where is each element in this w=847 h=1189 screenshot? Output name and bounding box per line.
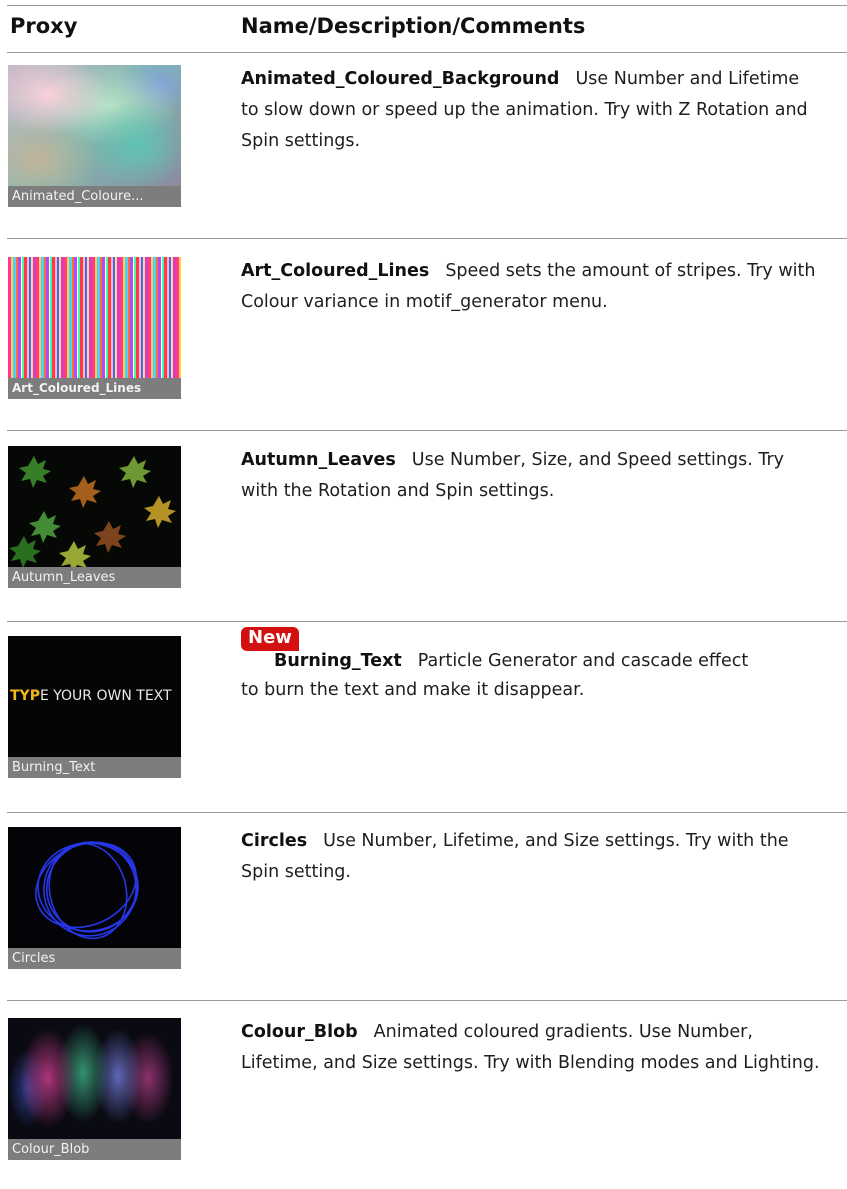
leaves-art: [8, 446, 181, 573]
circles-icon: [35, 841, 139, 940]
effect-name: Autumn_Leaves: [241, 450, 396, 470]
description-circles: Circles Use Number, Lifetime, and Size se…: [241, 826, 821, 888]
row-divider: [7, 621, 847, 622]
effect-name: Art_Coloured_Lines: [241, 261, 430, 281]
description-text: Use Number, Lifetime, and Size settings.…: [241, 831, 789, 882]
proxy-thumbnail-circles: Circles: [8, 827, 181, 969]
effect-name: Burning_Text: [274, 651, 402, 671]
thumbnail-caption: Circles: [8, 948, 181, 969]
top-rule: [7, 5, 847, 6]
thumbnail-sample-text: TYPE YOUR OWN TEXT: [10, 688, 172, 704]
thumbnail-caption: Animated_Coloure...: [8, 186, 181, 207]
thumbnail-caption: Autumn_Leaves: [8, 567, 181, 588]
header-rule: [7, 52, 847, 53]
description-text-continued: to burn the text and make it disappear.: [241, 680, 585, 700]
description-burning-text: New Burning_Text Particle Generator and c…: [241, 627, 821, 706]
header-name-description: Name/Description/Comments: [241, 14, 586, 38]
header-proxy: Proxy: [10, 14, 78, 38]
proxy-thumbnail-colour-blob: Colour_Blob: [8, 1018, 181, 1160]
thumbnail-caption: Burning_Text: [8, 757, 181, 778]
leaf-icons: [9, 456, 176, 573]
proxy-thumbnail-burning-text: TYPE YOUR OWN TEXT Burning_Text: [8, 636, 181, 778]
effect-name: Circles: [241, 831, 308, 851]
description-art-coloured-lines: Art_Coloured_Lines Speed sets the amount …: [241, 256, 821, 318]
description-colour-blob: Colour_Blob Animated coloured gradients. …: [241, 1017, 821, 1079]
row-divider: [7, 1000, 847, 1001]
thumbnail-caption: Art_Coloured_Lines: [8, 378, 181, 399]
description-animated-coloured-background: Animated_Coloured_Background Use Number a…: [241, 64, 821, 157]
thumbnail-caption: Colour_Blob: [8, 1139, 181, 1160]
row-divider: [7, 812, 847, 813]
burning-letters: TYP: [10, 688, 40, 704]
proxy-thumbnail-animated-coloured-background: Animated_Coloure...: [8, 65, 181, 207]
description-text-continued: to slow down or speed up the animation. …: [241, 100, 808, 151]
description-text: Use Number and Lifetime: [575, 69, 800, 89]
proxy-thumbnail-autumn-leaves: Autumn_Leaves: [8, 446, 181, 588]
row-divider: [7, 430, 847, 431]
proxy-thumbnail-art-coloured-lines: Art_Coloured_Lines: [8, 257, 181, 399]
row-divider: [7, 238, 847, 239]
effect-name: Colour_Blob: [241, 1022, 358, 1042]
effect-name: Animated_Coloured_Background: [241, 69, 560, 89]
description-autumn-leaves: Autumn_Leaves Use Number, Size, and Speed…: [241, 445, 821, 507]
description-text: Particle Generator and cascade effect: [417, 651, 749, 671]
